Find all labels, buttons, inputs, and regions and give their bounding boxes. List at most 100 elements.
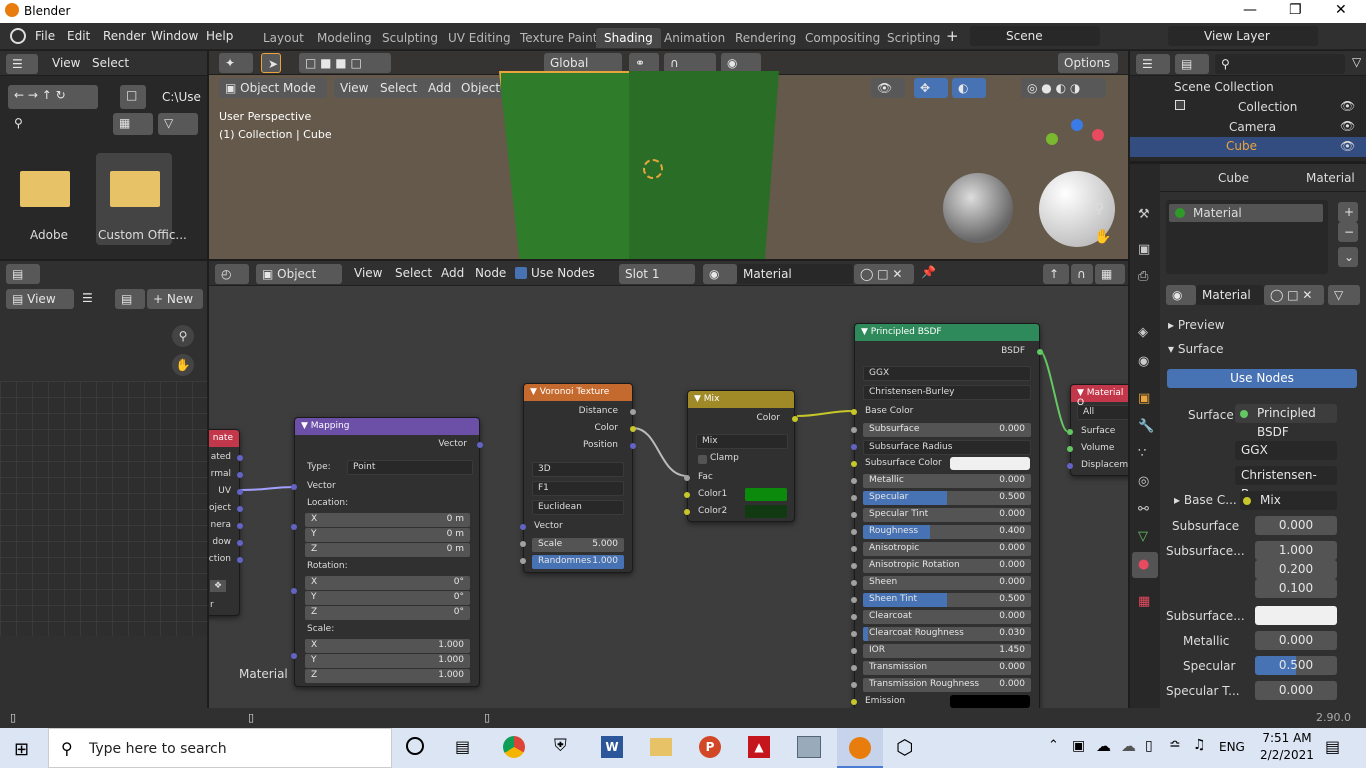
scale-y-field[interactable]: Y 1.000 [305, 654, 470, 668]
tab-layout[interactable]: Layout [255, 28, 312, 48]
surface-shader-field[interactable]: Principled BSDF [1235, 404, 1337, 439]
object-field[interactable]: ❖ [210, 580, 227, 592]
snap-icon[interactable]: ∩ [1071, 264, 1093, 284]
zoom-icon[interactable]: ⚲ [172, 325, 194, 347]
word-icon[interactable]: W [601, 736, 623, 758]
material-name-field[interactable]: Material [1196, 285, 1264, 305]
bsdf-field[interactable]: Clearcoat Roughness 0.030 [863, 627, 1031, 641]
editor-type-icon[interactable]: ▤ [6, 264, 40, 284]
gizmo-icon[interactable]: ✥ [914, 78, 948, 98]
scale-socket[interactable] [520, 541, 526, 547]
tab-modeling[interactable]: Modeling [309, 28, 380, 48]
metric-dropdown[interactable]: Euclidean [532, 500, 624, 515]
menu-render[interactable]: Render [103, 29, 146, 43]
input-socket[interactable] [851, 478, 857, 484]
z-axis-gizmo[interactable] [1071, 119, 1083, 131]
texture-icon[interactable]: ▦ [1138, 594, 1150, 609]
3d-viewport[interactable]: ✦ ➤ □ ■ ■ □ Global ⚭ ∩ ◉ Options ▣ Objec… [209, 51, 1128, 259]
mix-node[interactable]: ▼ Mix Color Mix Clamp Fac Color1 Color2 [684, 390, 798, 522]
radius-x-field[interactable]: 1.000 [1255, 541, 1337, 560]
object-mode-selector[interactable]: ▣ Object Mode [219, 78, 327, 98]
vector-socket[interactable] [520, 524, 526, 530]
image-browse-icon[interactable]: ▤ [115, 289, 145, 309]
y-axis-gizmo[interactable] [1046, 133, 1058, 145]
input-socket[interactable] [291, 524, 297, 530]
rotation-x-field[interactable]: X 0° [305, 576, 470, 590]
maximize-icon[interactable]: ❐ [1289, 2, 1302, 18]
editor-type-icon[interactable]: ☰ [6, 54, 38, 74]
viewport-select-menu[interactable]: Select [374, 78, 424, 98]
outliner-search-input[interactable]: ⚲ [1215, 54, 1345, 74]
input-socket[interactable] [851, 580, 857, 586]
scale-x-field[interactable]: X 1.000 [305, 639, 470, 653]
node-node-menu[interactable]: Node [475, 266, 506, 280]
powerpoint-icon[interactable]: P [699, 736, 721, 758]
filter-icon[interactable]: ▽ [1352, 55, 1361, 69]
windows-start-icon[interactable]: ⊞ [14, 739, 29, 760]
subsurface-radius-dropdown[interactable]: Subsurface Radius [863, 440, 1031, 455]
surface-panel-toggle[interactable]: ▾ Surface [1168, 342, 1224, 356]
folder-adobe[interactable]: Adobe [30, 228, 68, 242]
subsurface-field[interactable]: 0.000 [1255, 516, 1337, 535]
viewport-view-menu[interactable]: View [334, 78, 375, 98]
viewport-add-menu[interactable]: Add [422, 78, 458, 98]
parent-node-icon[interactable]: ↑ [1043, 264, 1069, 284]
emission-color-swatch[interactable] [950, 695, 1030, 708]
use-nodes-button[interactable]: Use Nodes [1167, 369, 1357, 388]
shader-type-selector[interactable]: ▣ Object [256, 264, 342, 284]
collection-checkbox[interactable] [1175, 100, 1185, 110]
principled-bsdf-node[interactable]: ▼ Principled BSDF BSDF GGX Christensen-B… [851, 323, 1043, 708]
position-socket[interactable] [630, 443, 636, 449]
input-socket[interactable] [851, 648, 857, 654]
link-icon[interactable]: ▽ [1328, 285, 1360, 305]
input-socket[interactable] [851, 631, 857, 637]
folder-icon[interactable] [110, 171, 160, 207]
add-slot-button[interactable]: + [1338, 202, 1358, 222]
display-mode-icon[interactable]: ▤ [1175, 54, 1209, 74]
fb-view-menu[interactable]: View [52, 56, 80, 70]
pan-hand-icon[interactable]: ✋ [172, 354, 194, 376]
file-explorer-icon[interactable] [650, 738, 672, 756]
input-socket[interactable] [851, 682, 857, 688]
transform-tool-icon[interactable]: ✦ [219, 53, 253, 73]
blend-mode-dropdown[interactable]: Mix [696, 434, 788, 449]
volume-socket[interactable] [1067, 446, 1073, 452]
subsurface-method-dropdown[interactable]: Christensen-Bur... [1235, 466, 1337, 501]
location-z-field[interactable]: Z 0 m [305, 543, 470, 557]
editor-type-icon[interactable]: ◴ [215, 264, 249, 284]
filter-icon[interactable]: ▽ [158, 113, 198, 135]
proportional-edit-icon[interactable]: ◉ [721, 53, 761, 73]
blender-taskbar-item[interactable] [837, 728, 883, 768]
menu-window[interactable]: Window [151, 29, 198, 43]
input-socket[interactable] [851, 529, 857, 535]
pivot-icon[interactable]: ⚭ [629, 53, 659, 73]
rotation-y-field[interactable]: Y 0° [305, 591, 470, 605]
slot-selector[interactable]: Slot 1 [619, 264, 695, 284]
input-socket[interactable] [851, 444, 857, 450]
tray-chevron-icon[interactable]: ⌃ [1048, 738, 1059, 753]
eye-icon[interactable]: 👁 [1340, 99, 1355, 113]
path-field[interactable]: C:\Use [156, 85, 201, 109]
bsdf-field[interactable]: Anisotropic Rotation 0.000 [863, 559, 1031, 573]
bsdf-field[interactable]: Transmission 0.000 [863, 661, 1031, 675]
viewport-object-menu[interactable]: Object [455, 78, 507, 98]
distance-socket[interactable] [630, 409, 636, 415]
editor-type-icon[interactable]: ☰ [1136, 54, 1170, 74]
close-icon[interactable]: ✕ [1335, 2, 1347, 18]
meet-icon[interactable]: ▣ [1072, 738, 1085, 754]
taskbar-search-box[interactable]: ⚲ Type here to search [48, 728, 392, 768]
material-name-field[interactable]: Material [737, 264, 853, 284]
tab-scripting[interactable]: Scripting [879, 28, 948, 48]
folder-custom-office[interactable]: Custom Offic... [98, 228, 187, 242]
cloud-icon[interactable]: ☁ [1121, 737, 1136, 755]
input-socket[interactable] [851, 665, 857, 671]
displacement-socket[interactable] [1067, 463, 1073, 469]
folder-icon[interactable] [20, 171, 70, 207]
input-socket[interactable] [291, 653, 297, 659]
onedrive-icon[interactable]: ☁ [1096, 737, 1111, 755]
bsdf-field[interactable]: IOR 1.450 [863, 644, 1031, 658]
view-layer-selector[interactable]: View Layer [1168, 26, 1318, 46]
tab-animation[interactable]: Animation [656, 28, 733, 48]
bsdf-field[interactable]: Specular 0.500 [863, 491, 1031, 505]
cube-item[interactable]: Cube [1226, 139, 1257, 153]
